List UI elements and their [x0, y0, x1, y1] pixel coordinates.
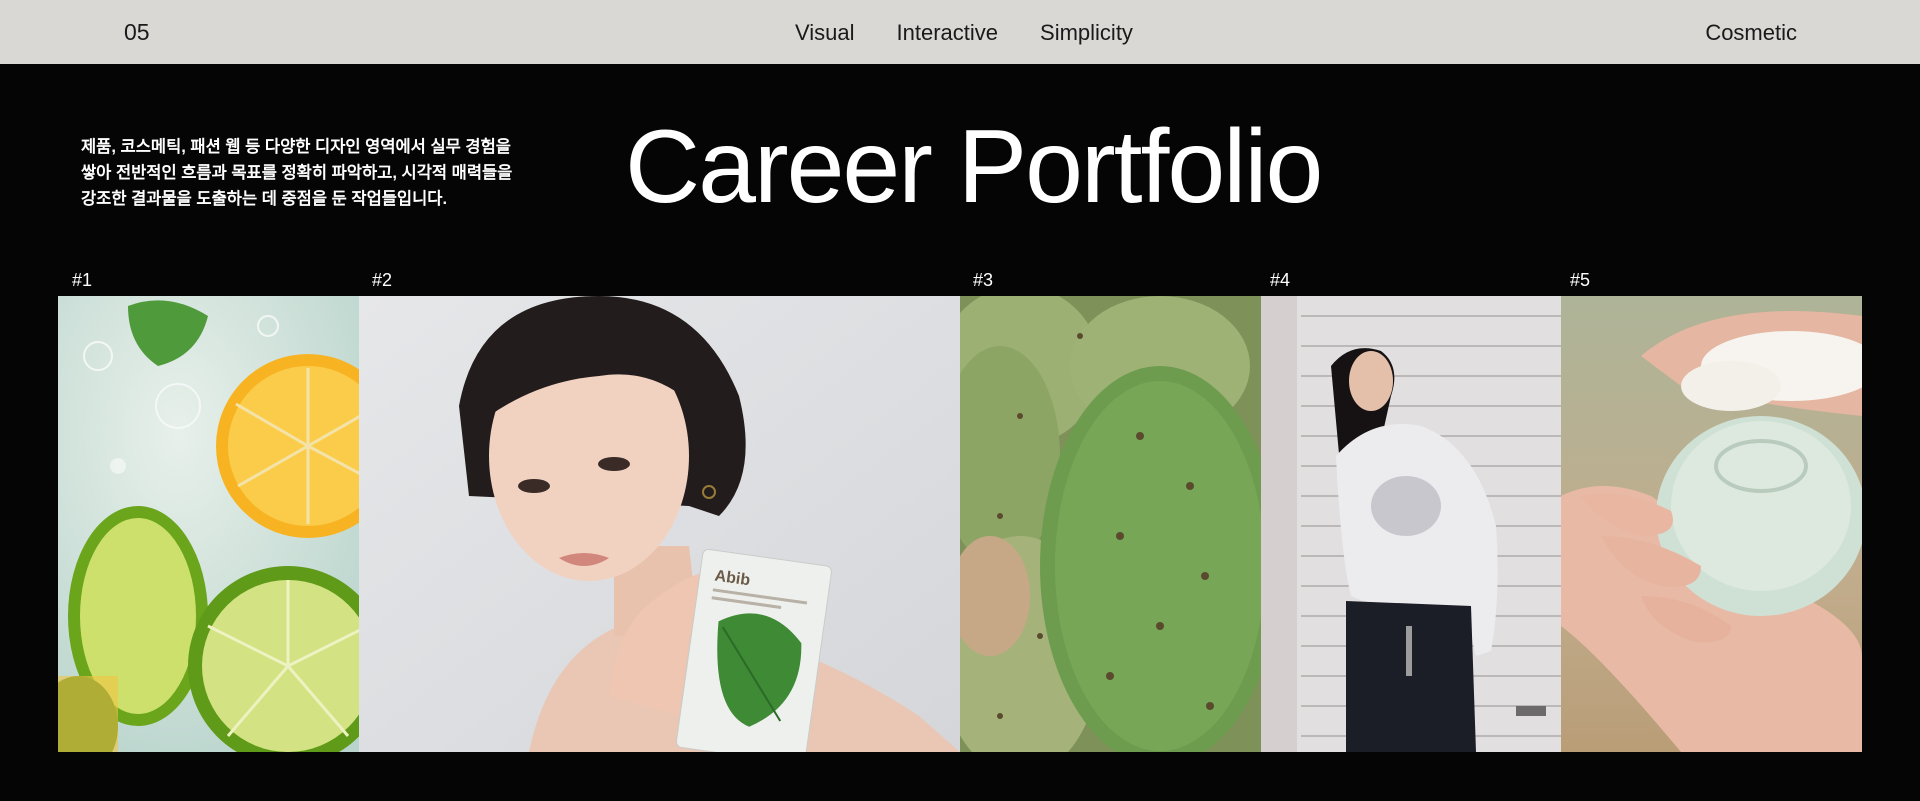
- portfolio-item-5[interactable]: [1561, 296, 1862, 752]
- portfolio-label-3: #3: [973, 270, 994, 290]
- citrus-slices-image: [58, 296, 359, 752]
- cactus-image: [960, 296, 1261, 752]
- portfolio-item-1[interactable]: [58, 296, 359, 752]
- nav-item-interactive[interactable]: Interactive: [897, 20, 999, 46]
- portfolio-label-2: #2: [372, 270, 393, 290]
- intro-line: 강조한 결과물을 도출하는 데 중점을 둔 작업들입니다.: [81, 190, 448, 208]
- portfolio-item-3[interactable]: [960, 296, 1261, 752]
- portfolio-item-2[interactable]: Abib: [359, 296, 960, 752]
- portfolio-item-4[interactable]: [1261, 296, 1561, 752]
- intro-line: 제품, 코스메틱, 패션 웹 등 다양한 디자인 영역에서 실무 경험을: [81, 138, 511, 156]
- fashion-model-image: [1261, 296, 1561, 752]
- top-bar: 05 Visual Interactive Simplicity Cosmeti…: [0, 0, 1920, 64]
- portfolio-label-4: #4: [1270, 270, 1291, 290]
- intro-text: 제품, 코스메틱, 패션 웹 등 다양한 디자인 영역에서 실무 경험을 쌓아 …: [81, 134, 541, 212]
- nav-item-visual[interactable]: Visual: [795, 20, 855, 46]
- intro-line: 쌓아 전반적인 흐름과 목표를 정확히 파악하고, 시각적 매력들을: [81, 164, 513, 182]
- soap-bar-hand-image: [1561, 296, 1862, 752]
- model-sheet-mask-image: Abib: [359, 296, 960, 752]
- nav-item-simplicity[interactable]: Simplicity: [1040, 20, 1133, 46]
- category-label[interactable]: Cosmetic: [1705, 20, 1797, 46]
- portfolio-label-5: #5: [1570, 270, 1591, 290]
- portfolio-label-1: #1: [72, 270, 93, 290]
- page-title: Career Portfolio: [625, 109, 1323, 225]
- page-number: 05: [124, 19, 150, 45]
- top-nav: Visual Interactive Simplicity: [795, 20, 1133, 46]
